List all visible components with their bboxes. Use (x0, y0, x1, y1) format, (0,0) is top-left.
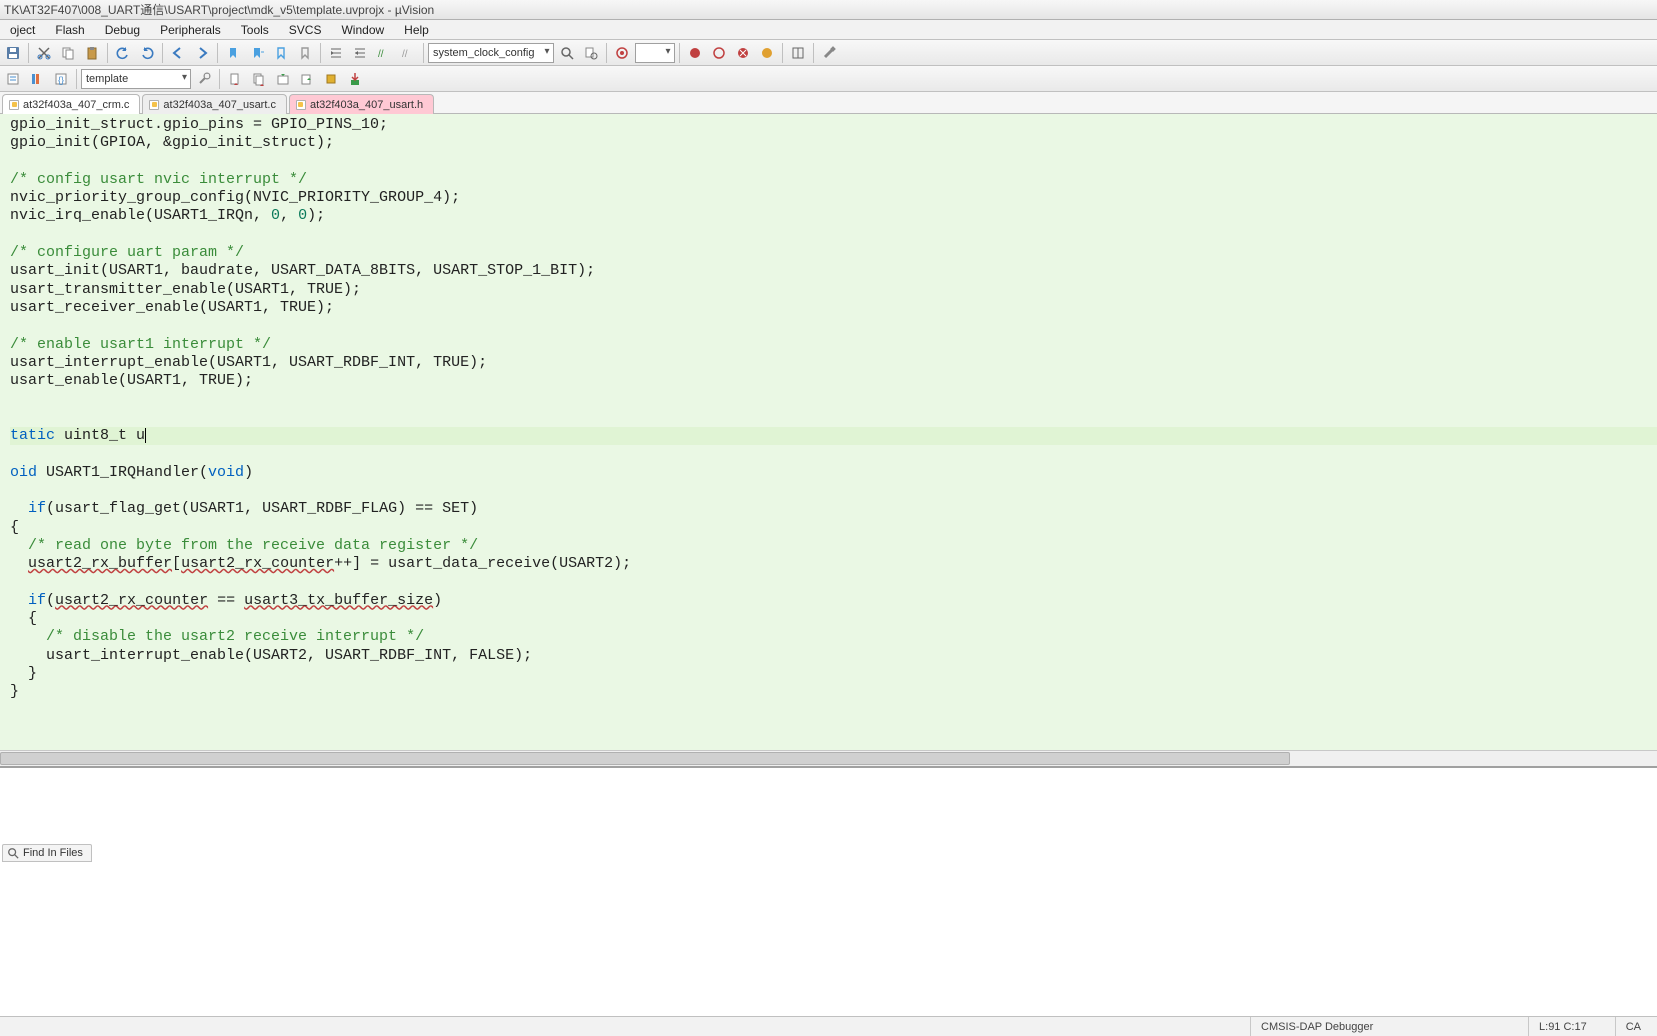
build-target-icon[interactable] (248, 68, 270, 90)
zoom-combo[interactable] (635, 43, 675, 63)
menu-help[interactable]: Help (394, 23, 439, 37)
tab-label: at32f403a_407_usart.c (163, 99, 276, 111)
separator (320, 43, 321, 63)
tab-label: at32f403a_407_usart.h (310, 99, 423, 111)
redo-icon[interactable] (136, 42, 158, 64)
batch-build-icon[interactable] (296, 68, 318, 90)
download-icon[interactable] (344, 68, 366, 90)
horizontal-scrollbar[interactable] (0, 750, 1657, 766)
cut-icon[interactable] (33, 42, 55, 64)
options-icon[interactable] (193, 68, 215, 90)
separator (76, 69, 77, 89)
config-combo[interactable]: system_clock_config (428, 43, 554, 63)
find-in-files-tab[interactable]: Find In Files (2, 844, 92, 862)
separator (217, 43, 218, 63)
menu-window[interactable]: Window (331, 23, 394, 37)
window-layout-icon[interactable] (787, 42, 809, 64)
separator (813, 43, 814, 63)
output-panel: Find In Files (0, 766, 1657, 862)
file-icon (149, 100, 159, 110)
menu-flash[interactable]: Flash (45, 23, 94, 37)
menu-project[interactable]: oject (0, 23, 45, 37)
scrollbar-thumb[interactable] (0, 752, 1290, 765)
rebuild-icon[interactable] (272, 68, 294, 90)
separator (28, 43, 29, 63)
status-cursor-pos: L:91 C:17 (1528, 1017, 1597, 1036)
breakpoint-disable-icon[interactable] (708, 42, 730, 64)
separator (606, 43, 607, 63)
uncomment-icon[interactable]: // (397, 42, 419, 64)
status-debugger: CMSIS-DAP Debugger (1250, 1017, 1510, 1036)
breakpoint-enable-icon[interactable] (756, 42, 778, 64)
functions-icon[interactable]: {} (50, 68, 72, 90)
bookmark-clear-icon[interactable] (294, 42, 316, 64)
code-editor[interactable]: gpio_init_struct.gpio_pins = GPIO_PINS_1… (0, 114, 1657, 750)
menu-debug[interactable]: Debug (95, 23, 150, 37)
svg-text:{}: {} (58, 75, 64, 85)
file-tab-usart-c[interactable]: at32f403a_407_usart.c (142, 94, 287, 114)
file-icon (296, 100, 306, 110)
separator (423, 43, 424, 63)
nav-forward-icon[interactable] (191, 42, 213, 64)
bookmark-toggle-icon[interactable] (270, 42, 292, 64)
build-toolbar: {} template (0, 66, 1657, 92)
separator (679, 43, 680, 63)
books-icon[interactable] (26, 68, 48, 90)
copy-icon[interactable] (57, 42, 79, 64)
separator (782, 43, 783, 63)
target-combo[interactable]: template (81, 69, 191, 89)
file-tab-usart-h[interactable]: at32f403a_407_usart.h (289, 94, 434, 114)
tab-label: at32f403a_407_crm.c (23, 99, 129, 111)
status-caps: CA (1615, 1017, 1651, 1036)
svg-text://: // (402, 49, 408, 60)
project-tree-icon[interactable] (2, 68, 24, 90)
separator (107, 43, 108, 63)
nav-back-icon[interactable] (167, 42, 189, 64)
window-title: TK\AT32F407\008_UART通信\USART\project\mdk… (4, 1, 434, 18)
find-icon[interactable] (556, 42, 578, 64)
outdent-icon[interactable] (349, 42, 371, 64)
search-icon (7, 847, 19, 859)
menu-bar: oject Flash Debug Peripherals Tools SVCS… (0, 20, 1657, 40)
svg-text://: // (378, 49, 384, 60)
save-icon[interactable] (2, 42, 24, 64)
stop-build-icon[interactable] (320, 68, 342, 90)
comment-icon[interactable]: // (373, 42, 395, 64)
breakpoint-icon[interactable] (684, 42, 706, 64)
menu-peripherals[interactable]: Peripherals (150, 23, 231, 37)
file-tabs: at32f403a_407_crm.c at32f403a_407_usart.… (0, 92, 1657, 114)
status-bar: CMSIS-DAP Debugger L:91 C:17 CA (0, 1016, 1657, 1036)
configure-icon[interactable] (818, 42, 840, 64)
breakpoint-kill-icon[interactable] (732, 42, 754, 64)
separator (219, 69, 220, 89)
file-tab-crm[interactable]: at32f403a_407_crm.c (2, 94, 140, 114)
paste-icon[interactable] (81, 42, 103, 64)
find-in-files-icon[interactable] (580, 42, 602, 64)
undo-icon[interactable] (112, 42, 134, 64)
bookmark-prev-icon[interactable] (222, 42, 244, 64)
debug-start-icon[interactable] (611, 42, 633, 64)
indent-icon[interactable] (325, 42, 347, 64)
find-tab-label: Find In Files (23, 847, 83, 859)
bookmark-next-icon[interactable] (246, 42, 268, 64)
file-icon (9, 100, 19, 110)
build-file-icon[interactable] (224, 68, 246, 90)
separator (162, 43, 163, 63)
title-bar: TK\AT32F407\008_UART通信\USART\project\mdk… (0, 0, 1657, 20)
main-toolbar: // // system_clock_config (0, 40, 1657, 66)
menu-svcs[interactable]: SVCS (279, 23, 332, 37)
menu-tools[interactable]: Tools (231, 23, 279, 37)
